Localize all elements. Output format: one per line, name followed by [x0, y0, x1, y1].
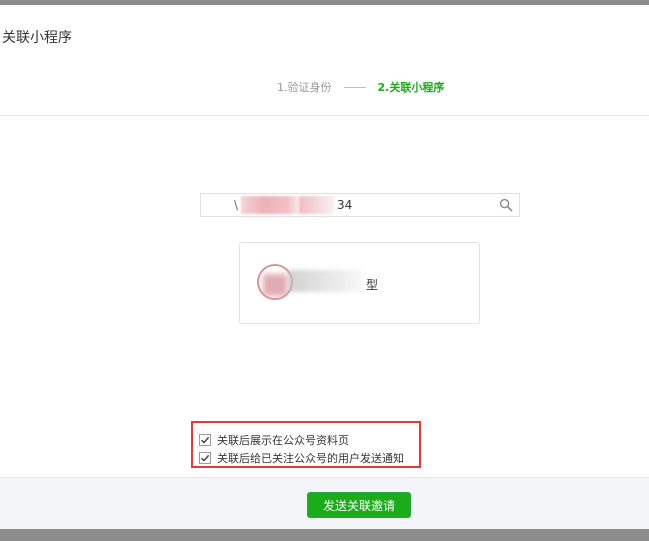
step-verify-identity: 1.验证身份 — [277, 81, 332, 94]
dialog-footer: 发送关联邀请 — [0, 477, 649, 529]
window-top-edge — [0, 0, 649, 5]
mini-program-name-suffix: 型 — [366, 278, 379, 292]
mini-program-result-card[interactable]: 型 — [239, 242, 480, 324]
step-connector — [343, 86, 366, 88]
step-indicator: 1.验证身份 2.关联小程序 — [277, 79, 444, 95]
header-divider — [0, 115, 649, 116]
window-bottom-edge — [0, 529, 649, 541]
checkbox-checked-icon[interactable] — [199, 434, 211, 446]
send-invitation-button[interactable]: 发送关联邀请 — [307, 492, 411, 518]
redacted-name — [288, 270, 362, 292]
redacted-text — [241, 196, 299, 214]
search-input-prefix: \ — [234, 198, 239, 212]
search-input[interactable]: \ 34 — [200, 193, 520, 217]
option-show-on-profile[interactable]: 关联后展示在公众号资料页 — [199, 432, 349, 448]
redacted-avatar — [263, 274, 287, 296]
dialog-title: 关联小程序 — [2, 30, 72, 46]
option-label: 关联后给已关注公众号的用户发送通知 — [217, 452, 404, 465]
search-input-value: 34 — [337, 198, 353, 212]
checkbox-checked-icon[interactable] — [199, 452, 211, 464]
option-notify-followers[interactable]: 关联后给已关注公众号的用户发送通知 — [199, 450, 404, 466]
redacted-text — [299, 196, 334, 214]
step-link-mini-program: 2.关联小程序 — [377, 81, 445, 94]
option-label: 关联后展示在公众号资料页 — [217, 434, 349, 447]
search-icon[interactable] — [499, 198, 513, 212]
